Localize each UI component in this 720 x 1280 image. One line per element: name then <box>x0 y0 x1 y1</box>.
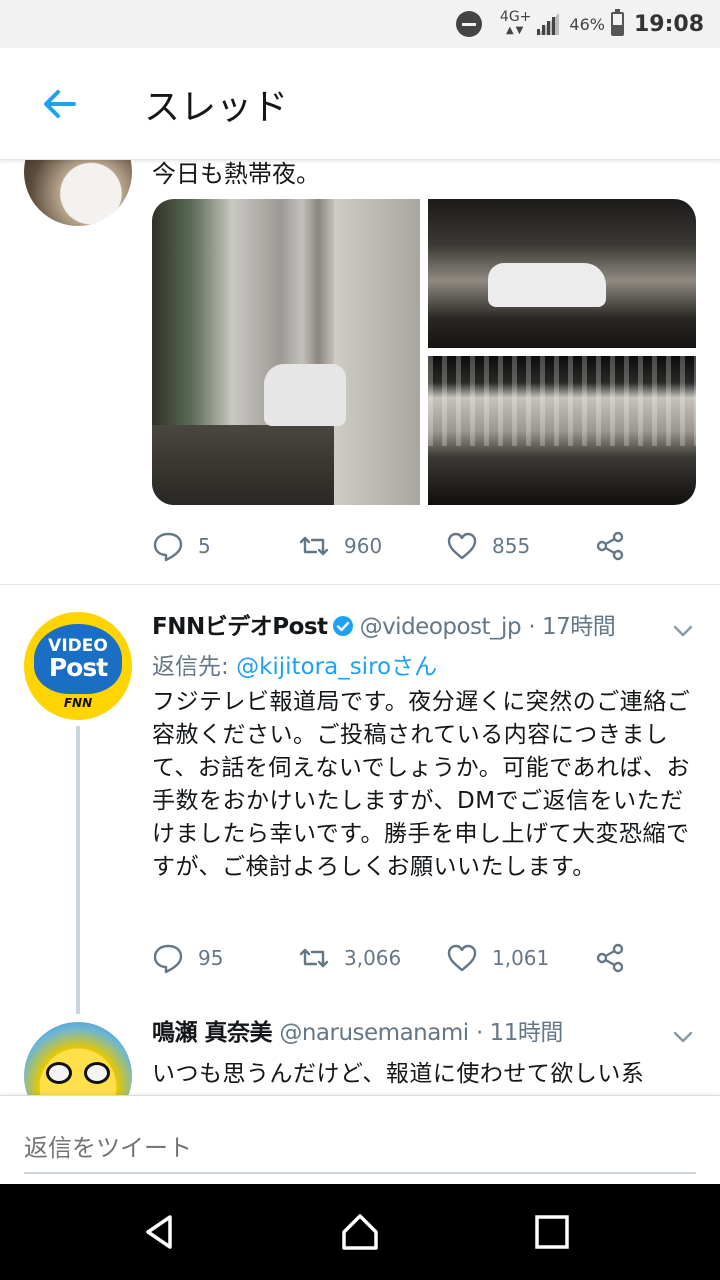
reply-count: 95 <box>198 946 224 970</box>
reply-button[interactable]: 5 <box>152 530 211 562</box>
speech-bubble-icon <box>153 944 183 974</box>
user-handle[interactable]: @narusemanami <box>279 1020 469 1046</box>
heart-icon <box>447 532 477 560</box>
avatar[interactable] <box>24 1022 132 1095</box>
user-handle[interactable]: @videopost_jp <box>360 614 522 640</box>
thread-connector-line <box>76 726 80 1014</box>
tweet-photo[interactable] <box>428 199 696 348</box>
reply-button[interactable]: 95 <box>152 942 223 974</box>
chevron-down-icon[interactable] <box>670 1024 696 1050</box>
tweet-actions: 95 3,066 1,061 <box>152 938 652 978</box>
arrow-left-icon <box>44 89 76 118</box>
nav-recents-button[interactable] <box>528 1208 576 1256</box>
fnn-logo: VIDEO Post <box>34 624 122 694</box>
network-arrows: ▲▼ <box>505 25 526 36</box>
system-navigation-bar <box>0 1184 720 1280</box>
like-button[interactable]: 1,061 <box>446 942 549 974</box>
home-icon <box>342 1214 378 1250</box>
retweet-count: 960 <box>344 534 383 558</box>
status-bar: 4G+ ▲▼ 46% 19:08 <box>0 0 720 48</box>
replying-label: 返信先: <box>152 654 237 680</box>
replying-to: 返信先: @kijitora_siroさん <box>152 652 437 682</box>
like-button[interactable]: 855 <box>446 530 530 562</box>
retweet-icon <box>299 536 329 556</box>
tweet-header: 鳴瀬 真奈美 @narusemanami · 11時間 <box>152 1018 672 1048</box>
tweet-header: FNNビデオPost @videopost_jp · 17時間 <box>152 612 672 642</box>
retweet-count: 3,066 <box>344 946 402 970</box>
user-name[interactable]: 鳴瀬 真奈美 <box>152 1020 273 1046</box>
tweet-text: 今日も熱帯夜。 <box>152 160 320 188</box>
signal-icon <box>537 13 560 35</box>
heart-icon <box>447 944 477 972</box>
tweet-media-grid <box>152 199 696 505</box>
nav-home-button[interactable] <box>336 1208 384 1256</box>
share-icon <box>596 531 624 561</box>
tweet-time: · 17時間 <box>528 614 616 640</box>
share-button[interactable] <box>594 530 626 562</box>
network-indicator: 4G+ ▲▼ <box>500 10 532 38</box>
app-header: スレッド <box>0 48 720 160</box>
tweet-photo[interactable] <box>428 356 696 505</box>
verified-badge-icon <box>332 616 353 636</box>
nav-back-button[interactable] <box>136 1208 184 1256</box>
tweet-text: フジテレビ報道局です。夜分遅くに突然のご連絡ご容赦ください。ご投稿されている内容… <box>152 689 691 880</box>
reply-composer <box>0 1095 720 1184</box>
share-button[interactable] <box>594 942 626 974</box>
square-recents-icon <box>535 1215 569 1249</box>
triangle-back-icon <box>146 1215 172 1249</box>
speech-bubble-icon <box>153 532 183 562</box>
tweet-text: いつも思うんだけど、報道に使わせて欲しい系 <box>152 1061 645 1087</box>
like-count: 1,061 <box>492 946 550 970</box>
tweet-photo[interactable] <box>152 199 420 505</box>
chevron-down-icon[interactable] <box>670 618 696 644</box>
reply-count: 5 <box>198 534 211 558</box>
page-title: スレッド <box>144 86 289 128</box>
share-icon <box>596 943 624 973</box>
battery-icon <box>610 9 624 36</box>
tweet-divider <box>0 584 720 585</box>
retweet-button[interactable]: 960 <box>298 530 382 562</box>
user-name[interactable]: FNNビデオPost <box>152 614 328 640</box>
reply-input[interactable] <box>24 1124 696 1174</box>
do-not-disturb-icon <box>455 11 482 37</box>
thread-content[interactable]: 今日も熱帯夜。 5 960 855 VIDEO Post FNN FNNビデオP… <box>0 160 720 1095</box>
retweet-icon <box>299 948 329 968</box>
avatar[interactable] <box>24 160 132 226</box>
tweet-actions: 5 960 855 <box>152 526 652 566</box>
network-type: 4G+ <box>499 9 532 25</box>
retweet-button[interactable]: 3,066 <box>298 942 401 974</box>
like-count: 855 <box>492 534 531 558</box>
replying-user-link[interactable]: @kijitora_siroさん <box>236 654 437 680</box>
avatar[interactable]: VIDEO Post FNN <box>24 612 132 720</box>
back-button[interactable] <box>30 74 90 134</box>
battery-percent: 46% <box>569 14 605 34</box>
tweet-time: · 11時間 <box>475 1020 563 1046</box>
clock: 19:08 <box>633 11 704 37</box>
